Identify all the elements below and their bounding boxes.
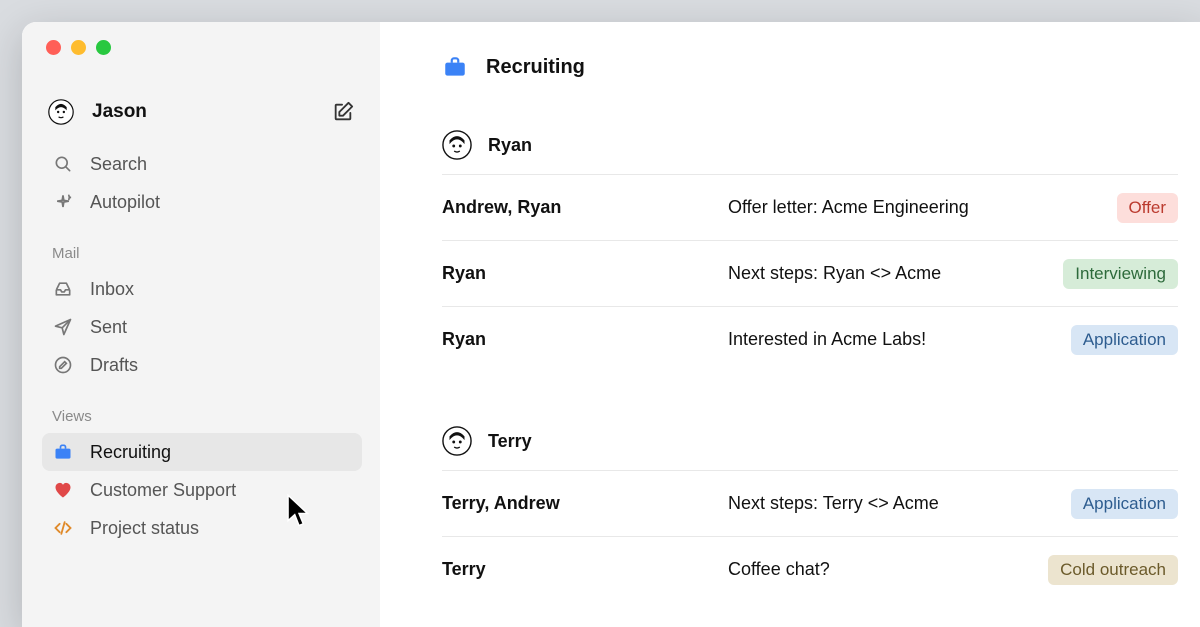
user-name: Jason (92, 101, 147, 123)
user-avatar-icon (48, 99, 74, 125)
email-row[interactable]: Terry Coffee chat? Cold outreach (442, 536, 1178, 602)
page-title: Recruiting (486, 56, 585, 79)
sparkle-icon (52, 191, 74, 213)
sidebar-item-inbox[interactable]: Inbox (42, 270, 362, 308)
status-badge: Interviewing (1063, 259, 1178, 289)
subject-label: Coffee chat? (728, 559, 1048, 580)
section-label-mail: Mail (42, 221, 362, 270)
app-window: Jason Search Autopilot Mail Inbox (22, 22, 1200, 627)
from-label: Ryan (442, 263, 728, 284)
sidebar-item-label: Drafts (90, 355, 138, 376)
main-content: Recruiting Ryan Andrew, Ryan Offer lette… (380, 22, 1200, 627)
sidebar-item-label: Inbox (90, 279, 134, 300)
subject-label: Next steps: Ryan <> Acme (728, 263, 1063, 284)
person-avatar-icon (442, 426, 472, 456)
sidebar-item-sent[interactable]: Sent (42, 308, 362, 346)
search-icon (52, 153, 74, 175)
sidebar-item-project-status[interactable]: Project status (42, 509, 362, 547)
from-label: Andrew, Ryan (442, 197, 728, 218)
status-badge: Cold outreach (1048, 555, 1178, 585)
sidebar-item-label: Project status (90, 518, 199, 539)
group-name: Terry (488, 431, 532, 452)
email-row[interactable]: Terry, Andrew Next steps: Terry <> Acme … (442, 470, 1178, 536)
sidebar-item-label: Recruiting (90, 442, 171, 463)
briefcase-icon (442, 54, 468, 80)
code-icon (52, 517, 74, 539)
sidebar: Jason Search Autopilot Mail Inbox (22, 22, 380, 627)
close-window-button[interactable] (46, 40, 61, 55)
status-badge: Offer (1117, 193, 1178, 223)
person-avatar-icon (442, 130, 472, 160)
maximize-window-button[interactable] (96, 40, 111, 55)
sidebar-item-label: Autopilot (90, 192, 160, 213)
subject-label: Interested in Acme Labs! (728, 329, 1071, 350)
briefcase-icon (52, 441, 74, 463)
status-badge: Application (1071, 325, 1178, 355)
group-header[interactable]: Ryan (442, 120, 1178, 174)
from-label: Terry (442, 559, 728, 580)
subject-label: Next steps: Terry <> Acme (728, 493, 1071, 514)
status-badge: Application (1071, 489, 1178, 519)
sidebar-item-autopilot[interactable]: Autopilot (42, 183, 362, 221)
from-label: Ryan (442, 329, 728, 350)
send-icon (52, 316, 74, 338)
inbox-icon (52, 278, 74, 300)
sidebar-item-label: Customer Support (90, 480, 236, 501)
view-header: Recruiting (442, 54, 1178, 80)
email-row[interactable]: Ryan Next steps: Ryan <> Acme Interviewi… (442, 240, 1178, 306)
window-traffic-lights (42, 40, 362, 55)
from-label: Terry, Andrew (442, 493, 728, 514)
sidebar-item-search[interactable]: Search (42, 145, 362, 183)
sidebar-item-customer-support[interactable]: Customer Support (42, 471, 362, 509)
drafts-icon (52, 354, 74, 376)
email-row[interactable]: Ryan Interested in Acme Labs! Applicatio… (442, 306, 1178, 372)
heart-icon (52, 479, 74, 501)
group-name: Ryan (488, 135, 532, 156)
minimize-window-button[interactable] (71, 40, 86, 55)
compose-button[interactable] (332, 101, 354, 123)
sidebar-item-label: Search (90, 154, 147, 175)
section-label-views: Views (42, 384, 362, 433)
email-row[interactable]: Andrew, Ryan Offer letter: Acme Engineer… (442, 174, 1178, 240)
user-row: Jason (42, 99, 362, 145)
sidebar-item-recruiting[interactable]: Recruiting (42, 433, 362, 471)
sidebar-item-label: Sent (90, 317, 127, 338)
sidebar-item-drafts[interactable]: Drafts (42, 346, 362, 384)
group-header[interactable]: Terry (442, 416, 1178, 470)
subject-label: Offer letter: Acme Engineering (728, 197, 1117, 218)
